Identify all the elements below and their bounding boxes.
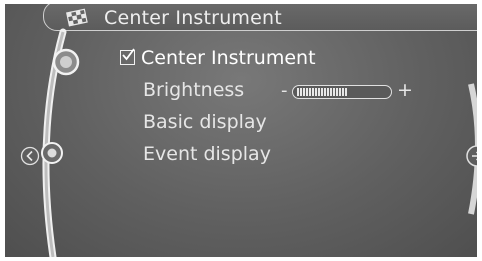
checkbox-checked-icon[interactable] (120, 48, 135, 65)
menu-item-event-display[interactable]: Event display (143, 143, 271, 165)
brightness-increase[interactable]: + (397, 79, 413, 101)
menu-item-label: Brightness (143, 79, 245, 101)
forward-arrow-icon[interactable] (464, 143, 477, 169)
menu-item-label: Event display (143, 143, 271, 165)
brightness-decrease[interactable]: - (281, 80, 288, 101)
brightness-slider[interactable] (292, 85, 392, 99)
brightness-slider-fill (297, 88, 347, 96)
menu-item-center-instrument[interactable]: Center Instrument (120, 47, 316, 69)
menu-item-label: Basic display (143, 111, 267, 133)
selection-knob[interactable] (52, 48, 80, 76)
menu-item-basic-display[interactable]: Basic display (143, 111, 267, 133)
menu-item-label: Center Instrument (141, 47, 316, 69)
display-screen: Center Instrument Center Instrument Brig… (5, 4, 477, 257)
back-arrow-icon[interactable] (20, 146, 40, 166)
current-position-knob[interactable] (40, 141, 64, 165)
menu-item-brightness[interactable]: Brightness (143, 79, 244, 101)
